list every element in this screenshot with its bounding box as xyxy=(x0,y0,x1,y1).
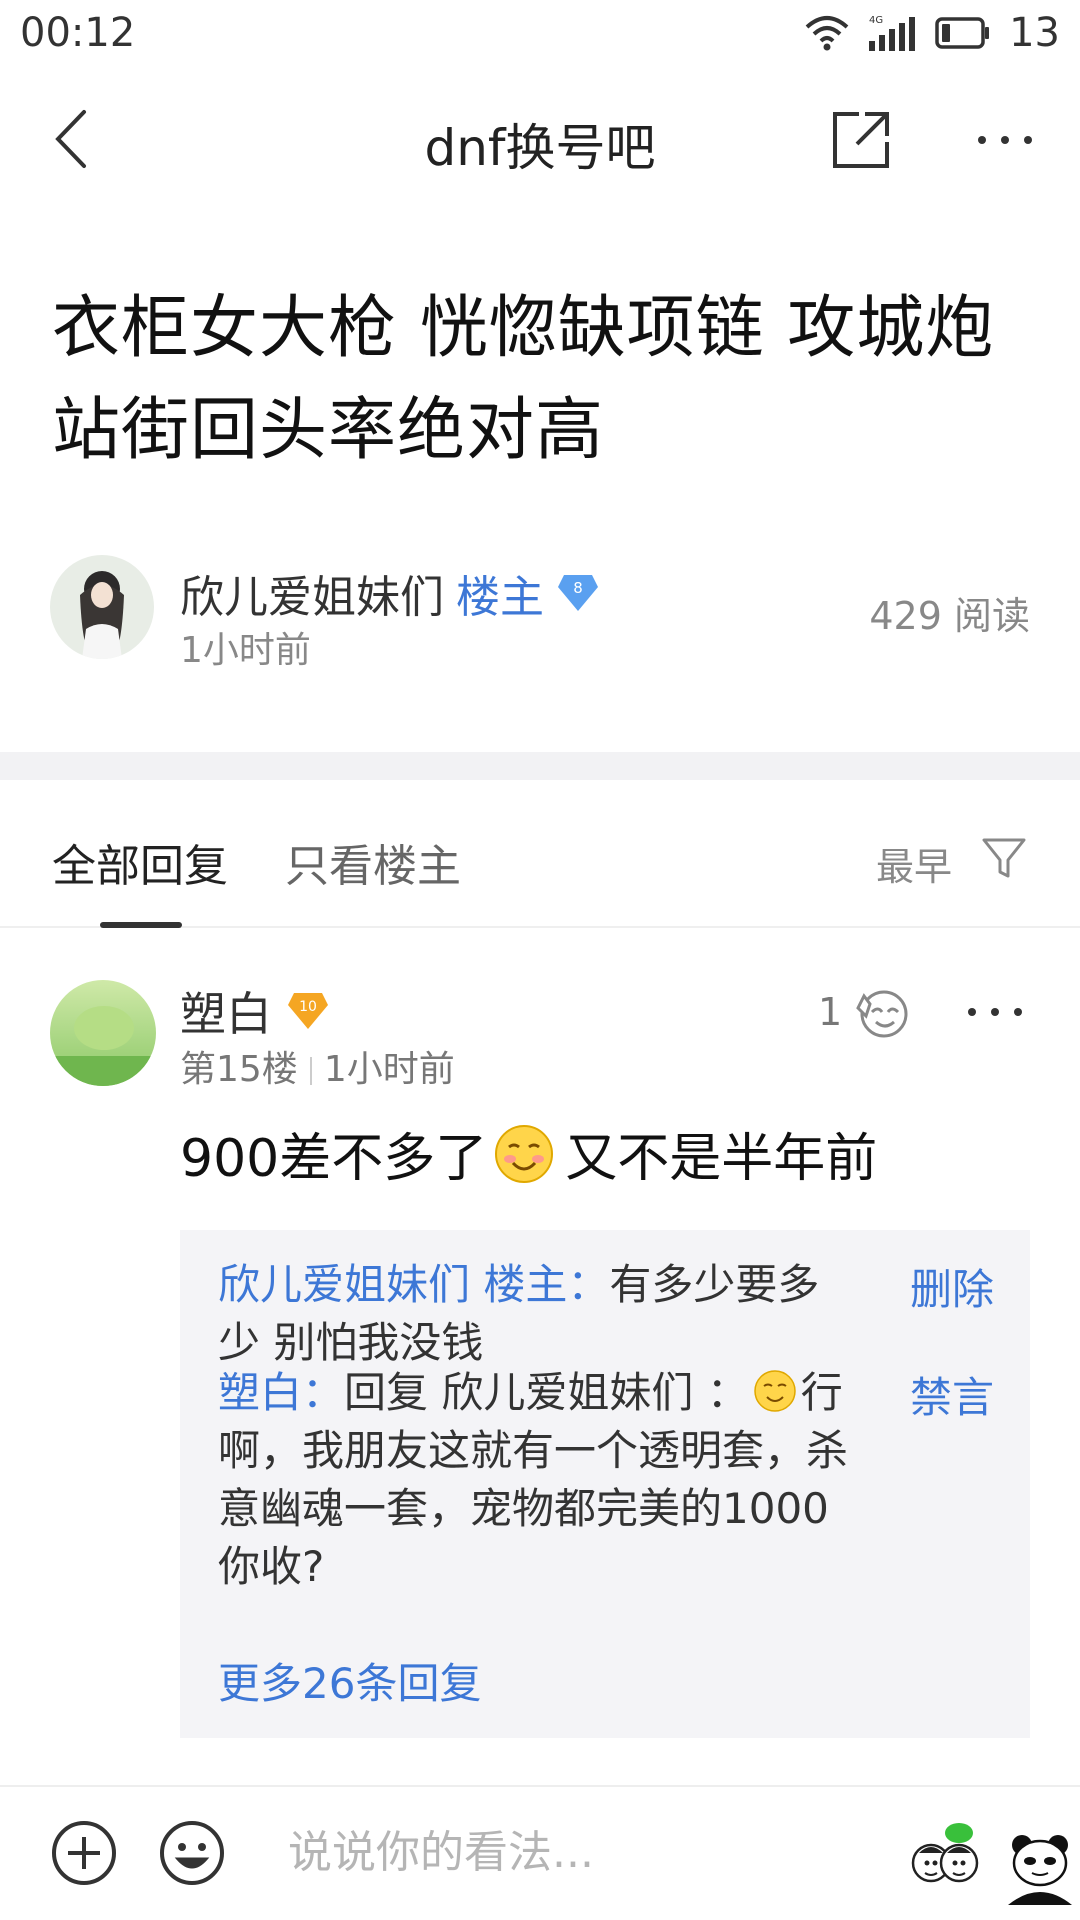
author-name-line: 欣儿爱姐妹们 楼主 8 xyxy=(180,561,600,625)
sub-reply-author[interactable]: 塑白： xyxy=(218,1368,344,1417)
reply-text-b: 又不是半年前 xyxy=(565,1129,878,1189)
level-badge-icon: 10 xyxy=(288,993,328,1029)
nav-bar: dnf换号吧 xyxy=(0,80,1080,200)
section-divider xyxy=(0,752,1080,780)
like-count: 1 xyxy=(818,990,843,1034)
panda-sticker-icon xyxy=(1008,1835,1072,1905)
meme-sticker-icon xyxy=(911,1823,979,1883)
emoji-icon xyxy=(160,1821,224,1885)
author-row: 欣儿爱姐妹们 楼主 8 1小时前 429 阅读 xyxy=(50,555,1030,671)
post-title: 衣柜女大枪 恍惚缺项链 攻城炮站街回头率绝对高 xyxy=(52,289,995,470)
filter-icon xyxy=(982,838,1026,878)
more-icon xyxy=(968,1008,1022,1016)
sub-reply-item[interactable]: 塑白：回复 欣儿爱姐妹们 ： 行啊，我朋友这就有一个透明套，杀意幽魂一套，宠物都… xyxy=(218,1364,858,1596)
share-button[interactable] xyxy=(825,104,895,174)
post-time: 1小时前 xyxy=(180,630,311,671)
op-tag: 楼主 xyxy=(456,572,544,623)
like-button[interactable] xyxy=(852,982,912,1042)
reply-more-button[interactable] xyxy=(960,982,1030,1042)
status-bar: 00:12 4G 13 xyxy=(0,0,1080,66)
read-count: 429 阅读 xyxy=(869,594,1030,638)
more-button[interactable] xyxy=(970,104,1040,174)
tab-all-replies[interactable]: 全部回复 xyxy=(52,830,228,894)
mute-button[interactable]: 禁言 xyxy=(910,1364,994,1425)
add-attachment-button[interactable] xyxy=(50,1819,118,1887)
tab-op-only[interactable]: 只看楼主 xyxy=(285,830,461,894)
network-label: 4G xyxy=(869,15,883,26)
more-replies-link[interactable]: 更多26条回复 xyxy=(218,1650,481,1711)
reply-author[interactable]: 塑白 xyxy=(180,978,272,1044)
delete-button[interactable]: 删除 xyxy=(910,1256,994,1317)
level-badge-icon: 8 xyxy=(558,575,598,611)
reply-level: 10 xyxy=(299,999,317,1015)
reply-avatar[interactable] xyxy=(50,980,156,1086)
active-tab-indicator xyxy=(100,922,182,928)
reply-text-a: 900差不多了 xyxy=(180,1129,488,1189)
sub-reply-item[interactable]: 欣儿爱姐妹们 楼主：有多少要多少 别怕我没钱 xyxy=(218,1256,858,1372)
like-icon xyxy=(856,990,908,1038)
status-icons: 4G 13 xyxy=(805,8,1060,58)
avatar-image xyxy=(50,980,156,1086)
sub-reply-author[interactable]: 欣儿爱姐妹们 楼主： xyxy=(218,1260,609,1309)
signal-icon: 4G xyxy=(869,15,916,51)
plus-icon xyxy=(52,1821,116,1885)
sort-button[interactable]: 最早 xyxy=(876,836,952,891)
panda-sticker-button[interactable] xyxy=(1000,1827,1080,1907)
more-icon xyxy=(978,136,1032,144)
comment-input[interactable] xyxy=(288,1817,848,1887)
smile-emoji-icon xyxy=(753,1370,796,1412)
reply-content: 900差不多了 又不是半年前 xyxy=(180,1116,877,1191)
sticker-button[interactable] xyxy=(905,1809,985,1899)
reply-tabs: 全部回复 只看楼主 最早 xyxy=(0,780,1080,928)
smile-emoji-icon xyxy=(495,1124,554,1183)
page-title: dnf换号吧 xyxy=(424,119,656,177)
reply-name-line: 塑白 10 xyxy=(180,978,330,1044)
battery-icon xyxy=(935,17,990,49)
sub-replies: 欣儿爱姐妹们 楼主：有多少要多少 别怕我没钱 删除 塑白：回复 欣儿爱姐妹们 ：… xyxy=(180,1230,1030,1738)
battery-level: 13 xyxy=(1009,10,1060,56)
status-time: 00:12 xyxy=(20,10,136,56)
reply-meta: 第15楼 1小时前 xyxy=(180,1040,455,1092)
floor-number: 第15楼 xyxy=(180,1049,298,1090)
filter-button[interactable] xyxy=(980,834,1028,882)
share-icon xyxy=(833,112,889,168)
bottom-bar xyxy=(0,1785,1080,1920)
author-avatar[interactable] xyxy=(50,555,154,659)
reply-time: 1小时前 xyxy=(323,1049,455,1090)
wifi-icon xyxy=(805,16,849,51)
emoji-button[interactable] xyxy=(158,1819,226,1887)
author-level: 8 xyxy=(573,579,583,597)
author-name[interactable]: 欣儿爱姐妹们 xyxy=(180,561,444,625)
sub-reply-prefix: 回复 欣儿爱姐妹们 ： xyxy=(344,1368,749,1417)
avatar-image xyxy=(50,555,154,659)
